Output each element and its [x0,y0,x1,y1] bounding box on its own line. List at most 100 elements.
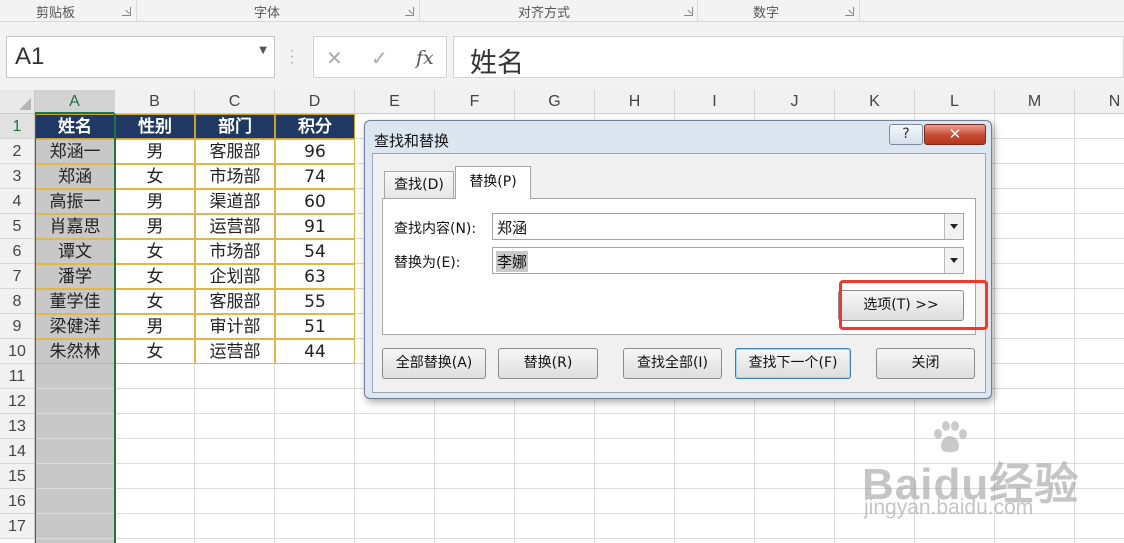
row-header-7[interactable]: 7 [0,264,35,289]
row-header-2[interactable]: 2 [0,139,35,164]
replace-with-combobox[interactable]: 李娜 [492,247,964,274]
table-cell[interactable]: 男 [115,189,195,214]
row-header-4[interactable]: 4 [0,189,35,214]
row-header-14[interactable]: 14 [0,439,35,464]
column-header-h[interactable]: H [595,90,675,114]
name-box[interactable]: A1 ▼ [6,36,275,78]
table-cell[interactable]: 郑涵 [35,164,115,189]
table-cell[interactable]: 55 [275,289,355,314]
row-header-9[interactable]: 9 [0,314,35,339]
table-cell[interactable]: 91 [275,214,355,239]
find-what-label: 查找内容(N): [394,221,477,237]
formula-input[interactable]: 姓名 [453,36,1124,79]
chevron-down-icon[interactable] [944,248,963,273]
header-cell[interactable]: 积分 [275,114,355,139]
row-header-17[interactable]: 17 [0,514,35,539]
row-header-11[interactable]: 11 [0,364,35,389]
find-all-button[interactable]: 查找全部(I) [623,348,722,379]
find-what-combobox[interactable]: 郑涵 [492,213,964,240]
table-cell[interactable]: 肖嘉思 [35,214,115,239]
row-header-13[interactable]: 13 [0,414,35,439]
row-header-12[interactable]: 12 [0,389,35,414]
table-cell[interactable]: 男 [115,214,195,239]
ribbon-group-alignment: 对齐方式 [420,0,698,22]
column-header-i[interactable]: I [675,90,755,114]
table-cell[interactable]: 渠道部 [195,189,275,214]
insert-function-icon[interactable]: fx [416,47,434,69]
table-cell[interactable]: 梁健洋 [35,314,115,339]
column-header-m[interactable]: M [995,90,1075,114]
table-cell[interactable]: 男 [115,314,195,339]
close-icon[interactable]: ✕ [924,124,986,145]
table-cell[interactable]: 董学佳 [35,289,115,314]
column-header-k[interactable]: K [835,90,915,114]
table-cell[interactable]: 60 [275,189,355,214]
column-header-a[interactable]: A [35,90,115,114]
dialog-launcher-icon[interactable] [405,7,414,16]
table-cell[interactable]: 男 [115,139,195,164]
ribbon-group-clipboard: 剪贴板 [0,0,137,22]
row-header-15[interactable]: 15 [0,464,35,489]
close-button[interactable]: 关闭 [876,348,975,379]
row-header-6[interactable]: 6 [0,239,35,264]
replace-button[interactable]: 替换(R) [498,348,598,379]
row-header-5[interactable]: 5 [0,214,35,239]
header-cell[interactable]: 性别 [115,114,195,139]
table-cell[interactable]: 客服部 [195,139,275,164]
table-cell[interactable]: 市场部 [195,164,275,189]
enter-icon[interactable]: ✓ [371,46,388,70]
table-cell[interactable]: 女 [115,289,195,314]
header-cell[interactable]: 姓名 [35,114,115,139]
table-cell[interactable]: 企划部 [195,264,275,289]
dialog-launcher-icon[interactable] [122,7,131,16]
column-header-g[interactable]: G [515,90,595,114]
table-cell[interactable]: 市场部 [195,239,275,264]
table-cell[interactable]: 运营部 [195,339,275,364]
table-cell[interactable]: 潘学 [35,264,115,289]
formula-bar-grip-icon[interactable]: · · · [290,45,294,69]
table-cell[interactable]: 谭文 [35,239,115,264]
column-header-l[interactable]: L [915,90,995,114]
column-header-d[interactable]: D [275,90,355,114]
cancel-icon[interactable]: ✕ [326,46,343,70]
header-cell[interactable]: 部门 [195,114,275,139]
table-cell[interactable]: 运营部 [195,214,275,239]
chevron-down-icon[interactable] [944,214,963,239]
table-cell[interactable]: 63 [275,264,355,289]
table-cell[interactable]: 高振一 [35,189,115,214]
column-header-e[interactable]: E [355,90,435,114]
chevron-down-icon[interactable]: ▼ [259,45,267,56]
column-header-f[interactable]: F [435,90,515,114]
table-cell[interactable]: 96 [275,139,355,164]
replace-all-button[interactable]: 全部替换(A) [382,348,486,379]
select-all-button[interactable] [0,90,35,114]
row-header-1[interactable]: 1 [0,114,35,139]
table-cell[interactable]: 74 [275,164,355,189]
table-cell[interactable]: 女 [115,164,195,189]
row-header-3[interactable]: 3 [0,164,35,189]
table-cell[interactable]: 女 [115,339,195,364]
help-button[interactable]: ? [889,124,923,145]
table-cell[interactable]: 女 [115,264,195,289]
dialog-launcher-icon[interactable] [684,7,693,16]
column-header-c[interactable]: C [195,90,275,114]
baidu-jingyan-watermark: Baidu经验 jingyan.baidu.com [860,420,1100,530]
column-header-b[interactable]: B [115,90,195,114]
table-cell[interactable]: 54 [275,239,355,264]
row-header-8[interactable]: 8 [0,289,35,314]
column-header-n[interactable]: N [1075,90,1124,114]
table-cell[interactable]: 郑涵一 [35,139,115,164]
table-cell[interactable]: 审计部 [195,314,275,339]
tab-replace[interactable]: 替换(P) [455,166,531,199]
table-cell[interactable]: 客服部 [195,289,275,314]
column-header-j[interactable]: J [755,90,835,114]
row-header-10[interactable]: 10 [0,339,35,364]
table-cell[interactable]: 44 [275,339,355,364]
dialog-launcher-icon[interactable] [845,7,854,16]
table-cell[interactable]: 女 [115,239,195,264]
row-header-16[interactable]: 16 [0,489,35,514]
tab-find[interactable]: 查找(D) [384,171,454,198]
table-cell[interactable]: 朱然林 [35,339,115,364]
find-next-button[interactable]: 查找下一个(F) [735,348,851,379]
table-cell[interactable]: 51 [275,314,355,339]
